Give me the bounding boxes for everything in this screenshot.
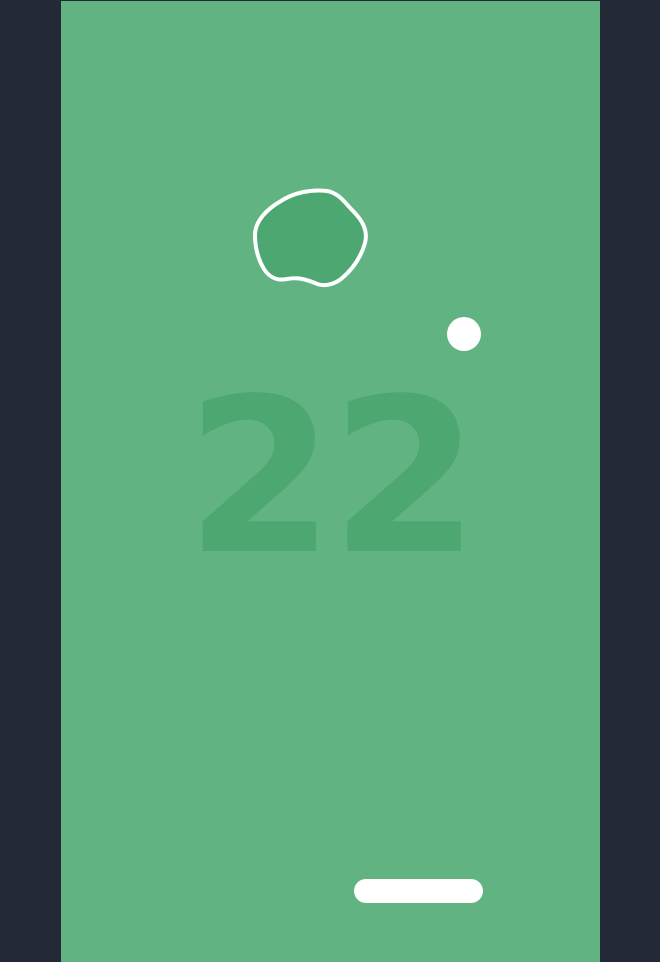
ball [447,317,481,351]
paddle[interactable] [354,879,483,903]
score-display: 22 [185,353,480,602]
play-field[interactable]: 22 [61,1,600,962]
game-viewport: 22 [0,0,660,962]
blob-obstacle [253,188,368,288]
